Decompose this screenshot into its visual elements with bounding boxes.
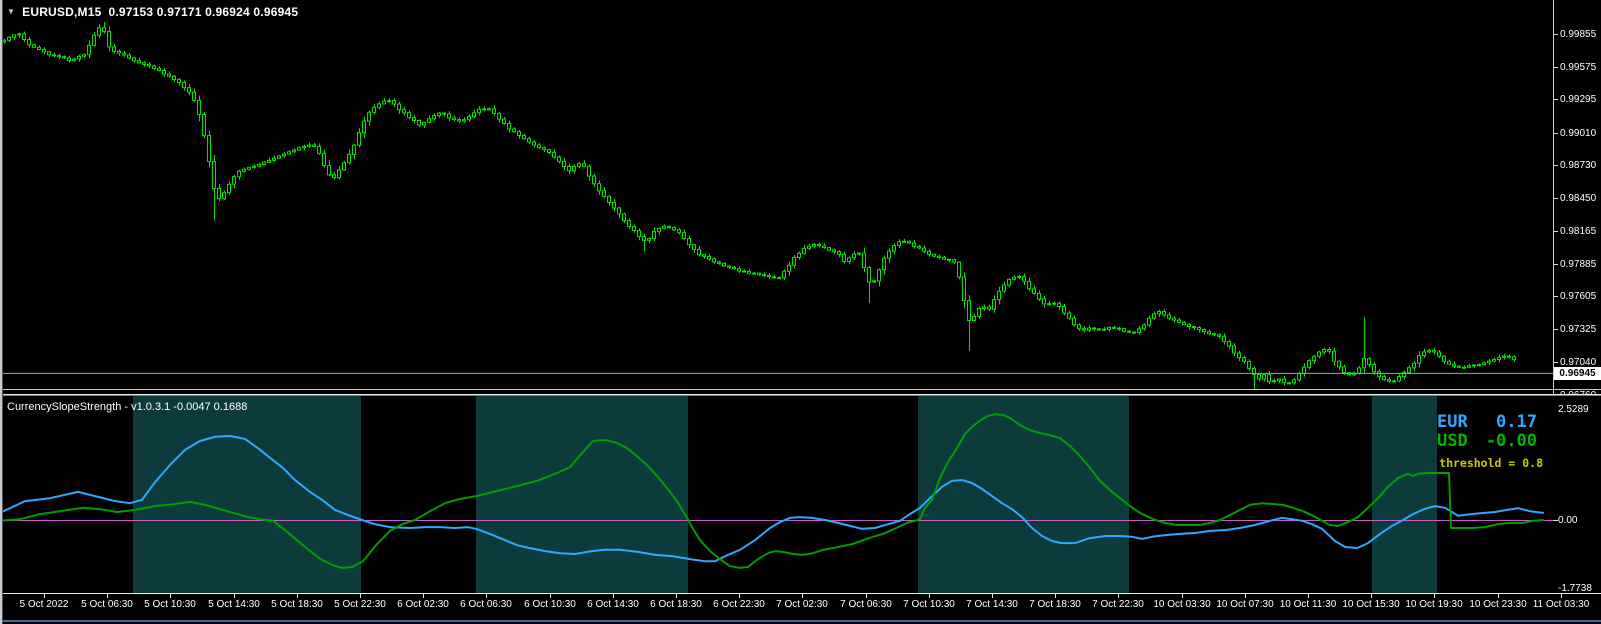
indicator-axis-label: 2.5289 bbox=[1558, 404, 1589, 415]
ohlc-values: 0.97153 0.97171 0.96924 0.96945 bbox=[108, 5, 299, 19]
time-axis-label: 10 Oct 19:30 bbox=[1405, 599, 1463, 610]
panel-splitter[interactable] bbox=[0, 389, 1601, 390]
candles bbox=[2, 22, 1516, 390]
candlestick-chart[interactable] bbox=[0, 0, 1601, 390]
price-axis-label: 0.98730 bbox=[1560, 160, 1597, 171]
window-bottom-edge bbox=[0, 620, 1601, 622]
time-axis-label: 6 Oct 18:30 bbox=[650, 599, 702, 610]
time-axis-label: 10 Oct 11:30 bbox=[1279, 599, 1337, 610]
time-axis-label: 6 Oct 22:30 bbox=[713, 599, 765, 610]
time-axis-label: 6 Oct 02:30 bbox=[397, 599, 449, 610]
time-axis-label: 5 Oct 2022 bbox=[19, 599, 69, 610]
time-tick bbox=[170, 594, 171, 598]
indicator-chart[interactable] bbox=[0, 396, 1601, 593]
time-tick bbox=[1245, 594, 1246, 598]
time-axis-label: 7 Oct 22:30 bbox=[1092, 599, 1144, 610]
symbol-period-label: EURUSD,M15 bbox=[22, 5, 102, 19]
legend-usd-row: USD -0.00 bbox=[1437, 432, 1537, 451]
time-tick bbox=[107, 594, 108, 598]
time-tick bbox=[866, 594, 867, 598]
time-tick bbox=[486, 594, 487, 598]
time-axis-label: 5 Oct 18:30 bbox=[271, 599, 323, 610]
time-axis-label: 5 Oct 22:30 bbox=[334, 599, 386, 610]
legend-usd-label: USD bbox=[1437, 431, 1468, 451]
price-axis-label: 0.98450 bbox=[1560, 193, 1597, 204]
time-axis-label: 7 Oct 02:30 bbox=[776, 599, 828, 610]
time-tick bbox=[360, 594, 361, 598]
time-axis-label: 7 Oct 18:30 bbox=[1029, 599, 1081, 610]
time-tick bbox=[739, 594, 740, 598]
price-axis-label: 0.99855 bbox=[1560, 29, 1597, 40]
chart-title: ▼ EURUSD,M15 0.97153 0.97171 0.96924 0.9… bbox=[7, 5, 298, 19]
time-tick bbox=[992, 594, 993, 598]
time-axis-label: 7 Oct 06:30 bbox=[840, 599, 892, 610]
time-tick bbox=[676, 594, 677, 598]
time-tick bbox=[929, 594, 930, 598]
time-tick bbox=[297, 594, 298, 598]
time-axis-label: 10 Oct 03:30 bbox=[1153, 599, 1211, 610]
signal-band bbox=[476, 396, 688, 593]
time-axis-label: 7 Oct 14:30 bbox=[966, 599, 1018, 610]
price-axis-label: 0.97605 bbox=[1560, 291, 1597, 302]
indicator-legend: EUR 0.17 USD -0.00 threshold = 0.8 bbox=[1437, 413, 1543, 470]
time-tick bbox=[613, 594, 614, 598]
time-axis-border bbox=[0, 593, 1601, 594]
legend-eur-value: 0.17 bbox=[1496, 412, 1537, 432]
price-axis-label: 0.99575 bbox=[1560, 62, 1597, 73]
price-axis-label: 0.99295 bbox=[1560, 94, 1597, 105]
time-axis-label: 6 Oct 14:30 bbox=[587, 599, 639, 610]
time-tick bbox=[1118, 594, 1119, 598]
price-axis-label: 0.97325 bbox=[1560, 324, 1597, 335]
time-tick bbox=[1561, 594, 1562, 598]
time-tick bbox=[802, 594, 803, 598]
time-axis-label: 10 Oct 15:30 bbox=[1342, 599, 1400, 610]
time-tick bbox=[1308, 594, 1309, 598]
time-tick bbox=[550, 594, 551, 598]
time-axis-label: 11 Oct 03:30 bbox=[1532, 599, 1590, 610]
time-tick bbox=[423, 594, 424, 598]
legend-eur-label: EUR bbox=[1437, 412, 1468, 432]
symbol-dropdown-icon[interactable]: ▼ bbox=[7, 7, 15, 17]
legend-eur-row: EUR 0.17 bbox=[1437, 413, 1537, 432]
window-left-frame-shadow bbox=[2, 0, 3, 624]
price-axis-label: 0.99010 bbox=[1560, 128, 1597, 139]
current-price-badge: 0.96945 bbox=[1554, 367, 1601, 380]
time-axis-label: 10 Oct 07:30 bbox=[1216, 599, 1274, 610]
time-axis-label: 6 Oct 06:30 bbox=[460, 599, 512, 610]
indicator-name-label: CurrencySlopeStrength - v1.0.3.1 -0.0047… bbox=[7, 401, 248, 413]
time-tick bbox=[1498, 594, 1499, 598]
mt4-chart-window: ▼ EURUSD,M15 0.97153 0.97171 0.96924 0.9… bbox=[0, 0, 1601, 624]
signal-band bbox=[133, 396, 361, 593]
time-tick bbox=[1371, 594, 1372, 598]
time-axis-label: 10 Oct 23:30 bbox=[1469, 599, 1527, 610]
time-axis-label: 5 Oct 14:30 bbox=[208, 599, 260, 610]
legend-threshold: threshold = 0.8 bbox=[1439, 456, 1543, 470]
time-tick bbox=[234, 594, 235, 598]
price-axis-label: 0.97885 bbox=[1560, 259, 1597, 270]
time-axis-label: 6 Oct 10:30 bbox=[524, 599, 576, 610]
legend-usd-value: -0.00 bbox=[1485, 431, 1537, 451]
time-tick bbox=[1434, 594, 1435, 598]
time-axis-label: 5 Oct 06:30 bbox=[81, 599, 133, 610]
price-axis-label: 0.98165 bbox=[1560, 226, 1597, 237]
time-tick bbox=[44, 594, 45, 598]
indicator-axis-label: 0.00 bbox=[1558, 515, 1578, 526]
signal-band bbox=[918, 396, 1129, 593]
time-axis-label: 5 Oct 10:30 bbox=[144, 599, 196, 610]
time-tick bbox=[1182, 594, 1183, 598]
time-axis-label: 7 Oct 10:30 bbox=[903, 599, 955, 610]
time-tick bbox=[1055, 594, 1056, 598]
